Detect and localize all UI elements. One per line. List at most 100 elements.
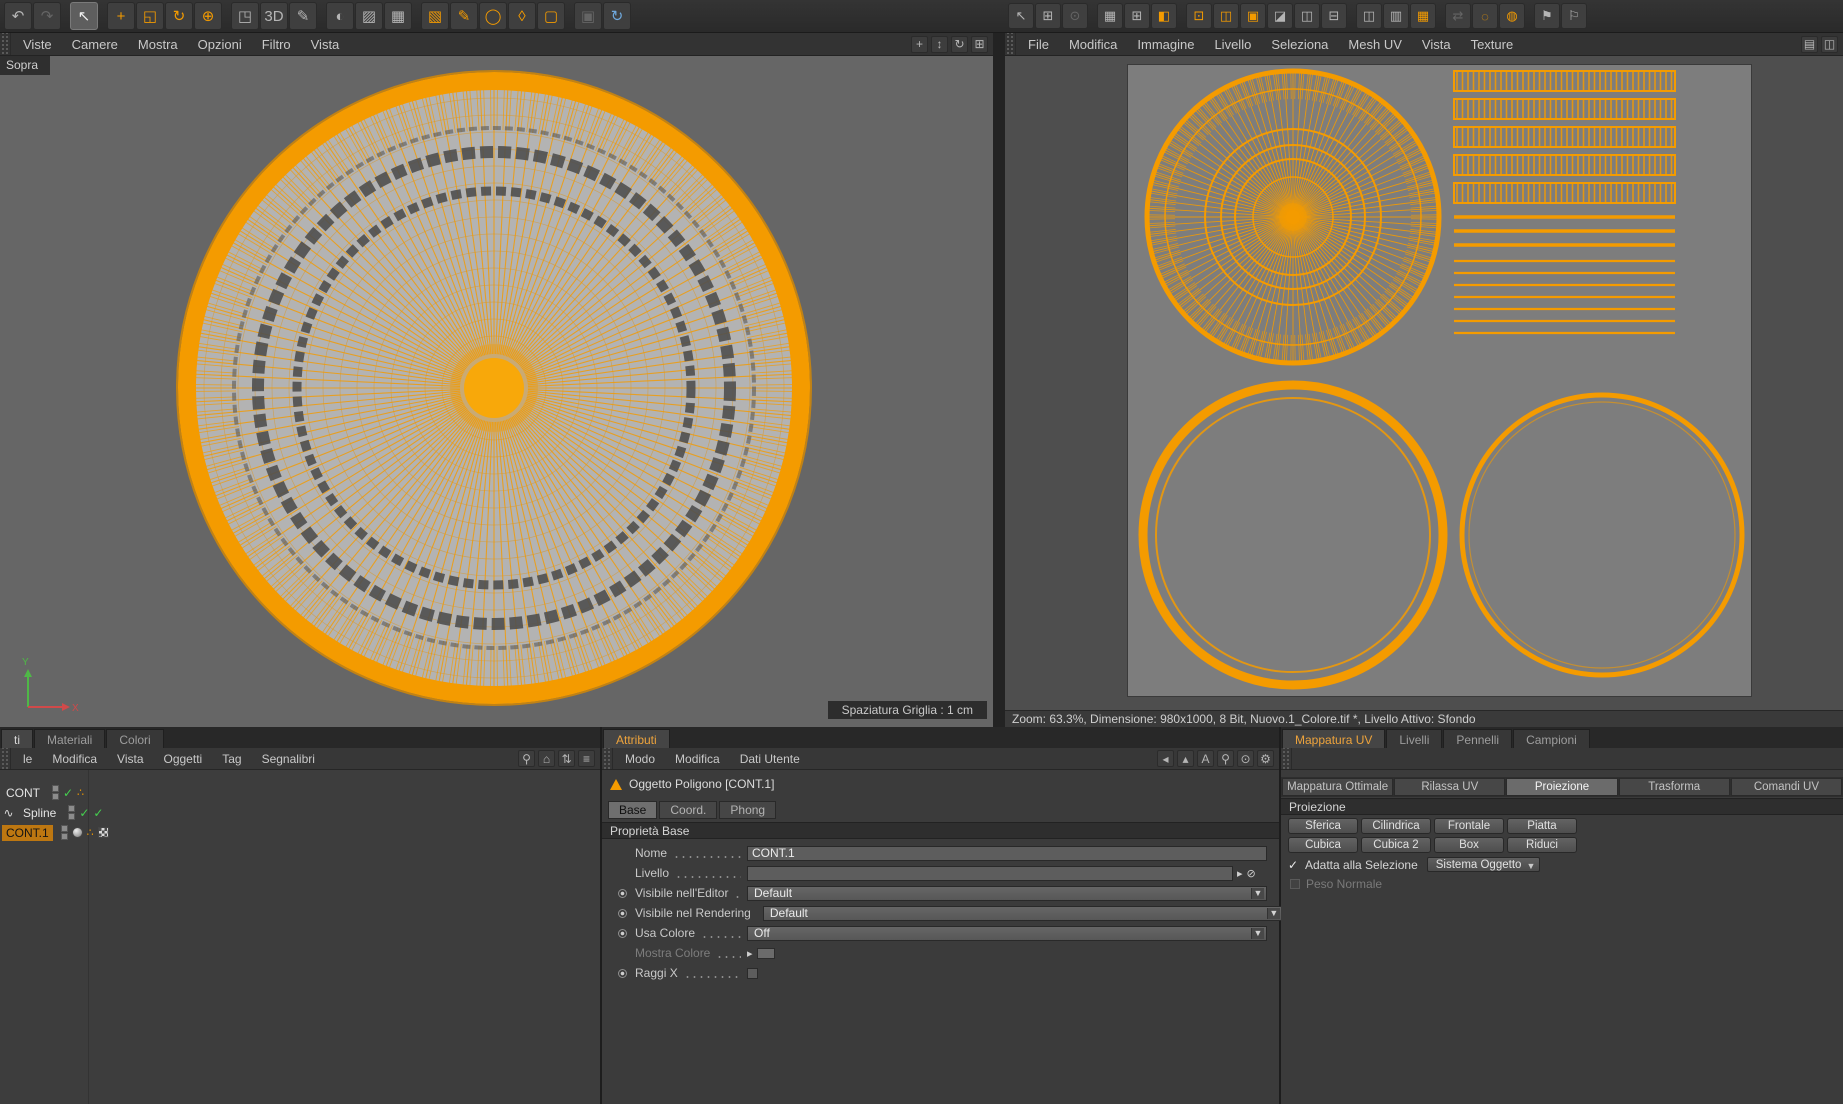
menu-file[interactable]: File — [1018, 33, 1059, 55]
viewport-sopra[interactable]: YX Sopra Spaziatura Griglia : 1 cm — [0, 56, 993, 727]
tab-mappatura-uv[interactable]: Mappatura UV — [1282, 729, 1386, 748]
projection-riduci-button[interactable]: Riduci — [1507, 837, 1577, 853]
section-proiezione[interactable]: Proiezione — [1281, 798, 1843, 815]
uv-cut-icon[interactable]: ◪ — [1267, 3, 1293, 29]
rotate-view-icon[interactable]: ↻ — [951, 35, 968, 53]
uv-point-mode-icon[interactable]: ⊡ — [1186, 3, 1212, 29]
tab-livelli[interactable]: Livelli — [1386, 729, 1443, 748]
font-size-icon[interactable]: A — [1197, 750, 1214, 767]
menu-segnalibri[interactable]: Segnalibri — [252, 748, 325, 769]
half-orange-icon[interactable]: ◧ — [1151, 3, 1177, 29]
menu-livello[interactable]: Livello — [1204, 33, 1261, 55]
animation-toggle-icon[interactable] — [618, 908, 627, 918]
menu-opzioni[interactable]: Opzioni — [188, 33, 252, 55]
layout-grid-icon[interactable]: ▦ — [1410, 3, 1436, 29]
uv-grid-icon[interactable]: ⊞ — [1035, 3, 1061, 29]
texture-tag-icon[interactable] — [71, 827, 83, 838]
mode-tab-rilassa-uv[interactable]: Rilassa UV — [1394, 778, 1506, 796]
uv-magnet-icon[interactable]: ⊙ — [1062, 3, 1088, 29]
drag-handle[interactable] — [0, 33, 11, 55]
home-icon[interactable]: ⌂ — [538, 750, 555, 767]
gear-icon[interactable]: ⚙ — [1257, 750, 1274, 767]
menu-modo[interactable]: Modo — [615, 748, 665, 769]
lock-icon[interactable]: ⊙ — [1237, 750, 1254, 767]
projection-cubica-2-button[interactable]: Cubica 2 — [1361, 837, 1431, 853]
model-mode-icon[interactable]: ◳ — [231, 2, 259, 30]
menu-texture[interactable]: Texture — [1461, 33, 1524, 55]
swap-icon[interactable]: ⇄ — [1445, 3, 1471, 29]
object-list[interactable]: CONT ✓ ∴ ∿ Spline ✓ ✓ CONT.1 ∴ — [0, 770, 600, 1104]
object-name[interactable]: CONT.1 — [2, 824, 53, 841]
flag-outline-icon[interactable]: ⚐ — [1561, 3, 1587, 29]
menu-vista[interactable]: Vista — [1412, 33, 1461, 55]
checker-small-icon[interactable]: ▦ — [1097, 3, 1123, 29]
uv-poly-mode-icon[interactable]: ▣ — [1240, 3, 1266, 29]
section-proprieta-base[interactable]: Proprietà Base — [602, 822, 1279, 839]
visibility-dots[interactable] — [60, 825, 68, 840]
pan-view-icon[interactable]: + — [911, 35, 928, 53]
mode-tab-proiezione[interactable]: Proiezione — [1506, 778, 1618, 796]
projection-piatta-button[interactable]: Piatta — [1507, 818, 1577, 834]
animation-toggle-icon[interactable] — [618, 888, 627, 898]
sort-icon[interactable]: ⇅ — [558, 750, 575, 767]
tab-attributi[interactable]: Attributi — [603, 729, 670, 748]
drag-handle[interactable] — [1005, 33, 1016, 55]
render-view-icon[interactable]: ◐ — [326, 2, 354, 30]
object-name[interactable]: CONT — [2, 785, 44, 801]
undo-icon[interactable]: ↶ — [4, 2, 32, 30]
zoom-view-icon[interactable]: ↕ — [931, 35, 948, 53]
uv-pointer-icon[interactable]: ↖ — [1008, 3, 1034, 29]
no-layer-icon[interactable]: ⊘ — [1247, 867, 1256, 880]
visibility-dot[interactable] — [60, 833, 68, 840]
paint-icon[interactable]: ✎ — [289, 2, 317, 30]
flag-icon[interactable]: ⚑ — [1534, 3, 1560, 29]
enabled-check-icon[interactable]: ✓ — [93, 807, 103, 819]
snap-icon[interactable]: ▣ — [574, 2, 602, 30]
menu-vista[interactable]: Vista — [301, 33, 350, 55]
generator-icon[interactable]: ◯ — [479, 2, 507, 30]
visibility-dot[interactable] — [52, 785, 59, 792]
rotate-icon[interactable]: ↻ — [165, 2, 193, 30]
projection-cilindrica-button[interactable]: Cilindrica — [1361, 818, 1431, 834]
object-row-cont-1[interactable]: CONT.1 ∴ — [2, 823, 109, 842]
dotted-circle-icon[interactable]: ◌ — [1472, 3, 1498, 29]
menu-camere[interactable]: Camere — [62, 33, 128, 55]
material-dots-icon[interactable]: ∴ — [87, 826, 94, 839]
dropdown-visibile-nel-rendering[interactable]: Default ▼ — [762, 905, 1283, 921]
search-icon[interactable]: ⚲ — [518, 750, 535, 767]
projection-box-button[interactable]: Box — [1434, 837, 1504, 853]
projection-cubica-button[interactable]: Cubica — [1288, 837, 1358, 853]
deformer-icon[interactable]: ◊ — [508, 2, 536, 30]
tab-materiali[interactable]: Materiali — [34, 729, 106, 748]
cone-nav-icon[interactable]: ▴ — [1177, 750, 1194, 767]
search-icon[interactable]: ⚲ — [1217, 750, 1234, 767]
enabled-check-icon[interactable]: ✓ — [63, 787, 73, 799]
drag-handle[interactable] — [1281, 748, 1292, 769]
object-name[interactable]: Spline — [19, 805, 60, 821]
visibility-dots[interactable] — [52, 785, 59, 800]
cube-primitive-icon[interactable]: ▧ — [421, 2, 449, 30]
animation-toggle-icon[interactable] — [618, 968, 627, 978]
menu-mesh-uv[interactable]: Mesh UV — [1338, 33, 1411, 55]
tab-pennelli[interactable]: Pennelli — [1443, 729, 1513, 748]
fit-to-selection-row[interactable]: ✓ Adatta alla Selezione Sistema Oggetto … — [1288, 857, 1541, 872]
expand-arrow-icon[interactable]: ▸ — [747, 947, 753, 960]
coordinates-icon[interactable]: ⊕ — [194, 2, 222, 30]
name-input[interactable] — [747, 845, 1267, 861]
menu-modifica[interactable]: Modifica — [42, 748, 107, 769]
uv-canvas[interactable] — [1128, 65, 1751, 696]
scene-object-icon[interactable]: ▢ — [537, 2, 565, 30]
texture-list-icon[interactable]: ▤ — [1801, 35, 1818, 53]
pen-3d-icon[interactable]: 3D — [260, 2, 288, 30]
redo-icon[interactable]: ↷ — [33, 2, 61, 30]
object-row-cont[interactable]: CONT ✓ ∴ — [2, 783, 84, 802]
enabled-check-icon[interactable]: ✓ — [79, 807, 89, 819]
refresh-icon[interactable]: ↻ — [603, 2, 631, 30]
drag-handle[interactable] — [0, 748, 11, 769]
visibility-dot[interactable] — [68, 813, 76, 820]
checkmark-icon[interactable]: ✓ — [1288, 858, 1300, 872]
visibility-dot[interactable] — [52, 793, 59, 800]
mode-tab-trasforma[interactable]: Trasforma — [1618, 778, 1730, 796]
dropdown-usa-colore[interactable]: Off ▼ — [747, 925, 1267, 941]
drag-handle[interactable] — [602, 748, 613, 769]
